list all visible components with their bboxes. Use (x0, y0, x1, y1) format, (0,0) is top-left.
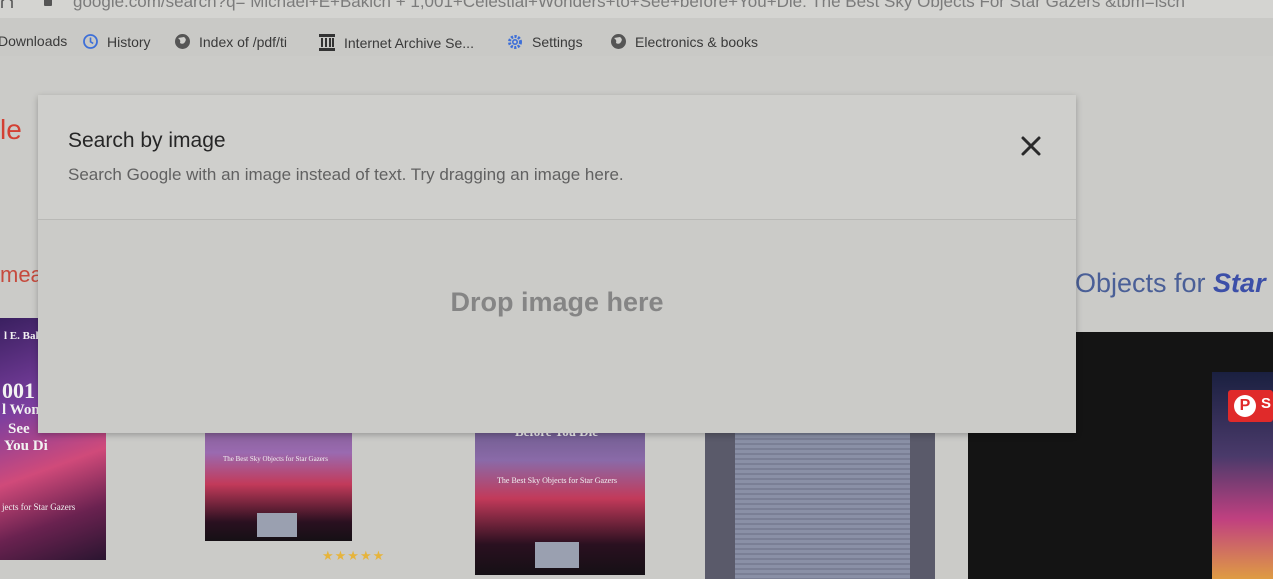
cover-author: l E. Bak (4, 330, 42, 342)
drop-image-label: Drop image here (450, 287, 664, 317)
results-tab-fragment[interactable]: mea (0, 262, 43, 288)
bookmark-label: Downloads (0, 33, 68, 49)
bookmark-label: Electronics & books (635, 33, 758, 50)
bookmark-label: Settings (532, 34, 583, 50)
dialog-header: Search by image Search Google with an im… (38, 95, 1076, 220)
url-text[interactable]: google.com/search?q= Michael+E+Bakich + … (73, 0, 1185, 10)
bookmark-downloads[interactable]: Downloads (0, 33, 67, 49)
dialog-title: Search by image (68, 129, 226, 152)
bookmark-label: Index of /pdf/ti (199, 33, 287, 50)
result-thumbnail[interactable]: The Best Sky Objects for Star Gazers (205, 415, 352, 541)
bookmark-history[interactable]: History (82, 33, 151, 50)
gear-icon (508, 35, 522, 49)
cover-title-line: 001 (2, 378, 35, 403)
image-drop-zone[interactable]: Drop image here (38, 220, 1076, 433)
save-label: S (1261, 395, 1272, 412)
result-thumbnail[interactable] (705, 425, 935, 579)
globe-icon (611, 34, 626, 49)
pinterest-icon: P (1234, 395, 1256, 417)
cover-badge (257, 513, 297, 537)
dialog-subtitle: Search Google with an image instead of t… (68, 165, 624, 184)
bookmark-internet-archive[interactable]: Internet Archive Se... (318, 33, 474, 52)
lock-icon[interactable] (44, 0, 52, 6)
pinterest-save-button[interactable]: P S (1228, 390, 1273, 422)
bookmark-label: Internet Archive Se... (344, 34, 474, 51)
result-title-prefix: Objects for (1075, 268, 1214, 298)
bookmark-settings[interactable]: Settings (506, 33, 583, 51)
history-icon (83, 34, 98, 49)
archive-icon (319, 34, 335, 51)
cover-badge (535, 542, 579, 568)
cover-subtitle: The Best Sky Objects for Star Gazers (223, 455, 328, 463)
cover-subtitle: The Best Sky Objects for Star Gazers (497, 476, 617, 485)
page-text-block (735, 433, 910, 579)
cover-subtitle: jects for Star Gazers (2, 502, 76, 512)
bookmark-index-pdf[interactable]: Index of /pdf/ti (174, 33, 287, 50)
rating-stars: ★★★★★ (322, 548, 386, 563)
cover-title-line: See (8, 421, 30, 437)
close-icon[interactable] (1018, 133, 1044, 159)
bookmark-electronics-books[interactable]: Electronics & books (610, 33, 758, 50)
home-icon[interactable] (0, 0, 14, 8)
bookmark-label: History (107, 33, 151, 50)
cover-title-line: You Di (4, 438, 48, 454)
bookmarks-bar: Downloads History Index of /pdf/ti Inter… (0, 28, 1273, 56)
search-by-image-dialog: Search by image Search Google with an im… (38, 95, 1076, 433)
result-title-emphasis: Star (1213, 268, 1266, 298)
result-title-fragment[interactable]: Objects for Star (1075, 268, 1266, 299)
result-thumbnail[interactable]: Before You Die The Best Sky Objects for … (475, 422, 645, 575)
globe-icon (175, 34, 190, 49)
address-bar[interactable]: google.com/search?q= Michael+E+Bakich + … (0, 0, 1273, 18)
google-logo-fragment: le (0, 114, 22, 145)
